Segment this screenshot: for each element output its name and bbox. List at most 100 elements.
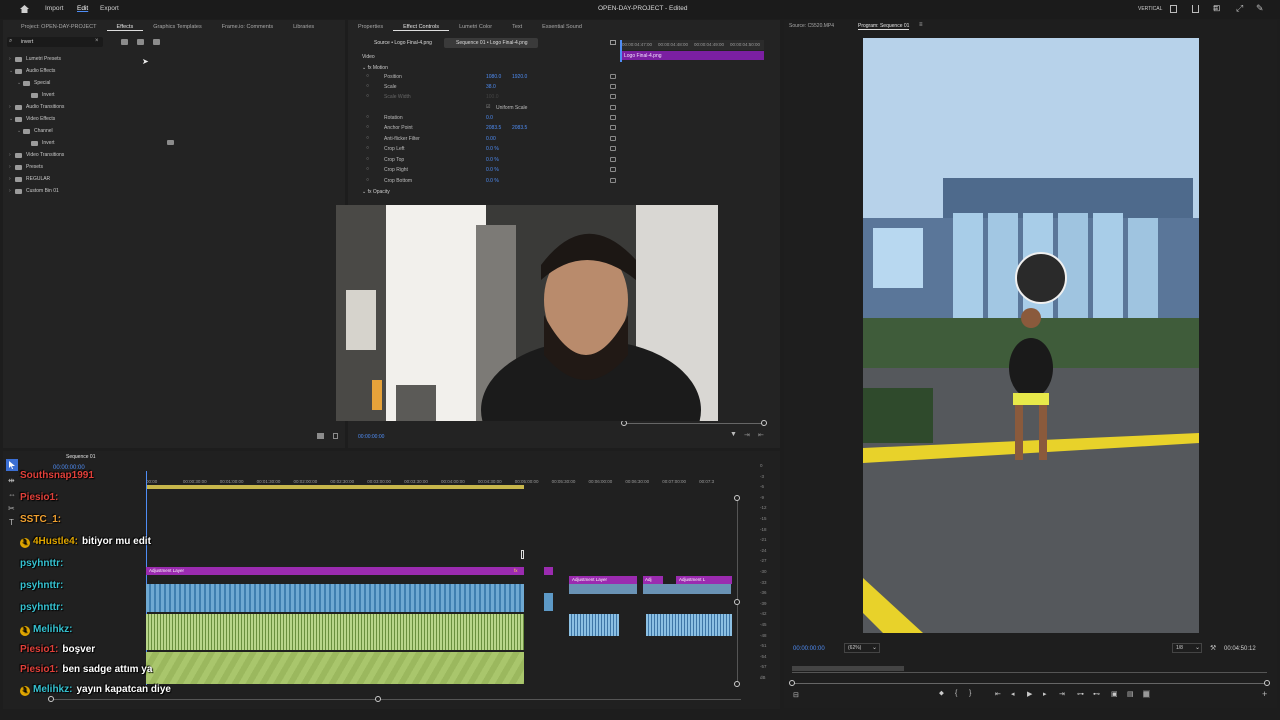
clip-video-v1-c[interactable] [569,584,637,594]
tab-effect-controls[interactable]: Effect Controls [393,24,450,31]
ec-param-row[interactable]: ○ Crop Left 0.0 % [362,144,622,154]
ec-go-icon[interactable]: ⇤ [758,431,764,439]
effects-tree-item[interactable]: › Lumetri Presets [9,53,61,65]
ec-param-row[interactable]: ○ Position 1080.0 1920.0 [362,72,622,82]
marker-in-icon[interactable]: ⊟ [793,691,799,699]
tab-libraries[interactable]: Libraries [283,24,324,30]
home-icon[interactable] [20,5,29,13]
reset-icon[interactable] [610,146,616,151]
ec-param-value[interactable]: 1920.0 [512,74,527,80]
program-menu-icon[interactable]: ≡ [919,22,923,28]
effects-tree-item[interactable]: ⌄ Audio Effects [9,65,55,77]
source-clip-tab[interactable]: Source • Logo Final-4.png [362,38,442,48]
delete-icon[interactable] [333,433,338,439]
workspace-label[interactable]: VERTICAL [1138,6,1162,12]
stopwatch-icon[interactable]: ○ [366,83,369,89]
ec-settings-icon[interactable] [610,40,616,45]
reset-icon[interactable] [610,178,616,183]
ec-param-value[interactable]: 0.0 % [486,157,499,163]
step-back-icon[interactable]: ◂ [1011,690,1015,698]
ec-param-row[interactable]: ○ Crop Bottom 0.0 % [362,176,622,186]
stopwatch-icon[interactable]: ○ [366,156,369,162]
accelerated-effects-icon[interactable] [121,39,128,45]
checkbox-icon[interactable]: ☑ [486,104,490,110]
reset-icon[interactable] [610,136,616,141]
tab-project[interactable]: Project: OPEN-DAY-PROJECT [11,24,107,30]
clip-video-v1-d[interactable] [643,584,731,594]
workspace-icon[interactable] [1170,5,1177,13]
ec-param-value[interactable]: 100.0 [486,94,499,100]
effects-tree-item[interactable]: Invert [9,89,55,101]
program-scroll[interactable] [789,680,1270,686]
tab-lumetri-color[interactable]: Lumetri Color [449,24,502,30]
yuv-effects-icon[interactable] [153,39,160,45]
play-icon[interactable]: ▶ [1027,690,1032,698]
ec-param-value[interactable]: 38.0 [486,84,496,90]
stopwatch-icon[interactable]: ○ [366,135,369,141]
ec-param-value[interactable]: 0.0 [486,115,493,121]
ec-playhead[interactable] [620,40,622,62]
ec-param-value[interactable]: 1080.0 [486,74,501,80]
reset-icon[interactable] [610,105,616,110]
ec-param-row[interactable]: ○ Scale Width 100.0 [362,92,622,102]
stopwatch-icon[interactable]: ○ [366,145,369,151]
clip-small-purple[interactable] [544,567,553,575]
32bit-effects-icon[interactable] [137,39,144,45]
effects-tree-item[interactable]: ⌄ Special [9,77,50,89]
tab-effects[interactable]: Effects [106,24,144,31]
expand-icon[interactable]: ⤢ [1236,3,1243,14]
mark-out-icon[interactable]: } [969,690,971,697]
comparison-icon[interactable]: ▤ [1127,690,1134,698]
timeline-end-marker[interactable] [521,550,524,559]
hamburger-icon[interactable]: ≡ [1213,3,1218,13]
stopwatch-icon[interactable]: ○ [366,73,369,79]
tab-frameio-comments[interactable]: Frame.io: Comments [212,24,283,30]
mark-in-icon[interactable]: { [955,690,957,697]
ec-param-row[interactable]: ○ Crop Right 0.0 % [362,165,622,175]
overwrite-icon[interactable]: ⊷ [1093,690,1100,698]
ec-param-value[interactable]: 0.0 % [486,146,499,152]
ec-param-row[interactable]: ○ Anti-flicker Filter 0.00 [362,134,622,144]
tab-source-monitor[interactable]: Source: C5520.MP4 [789,23,834,29]
ec-param-value[interactable]: 2083.5 [512,125,527,131]
clip-audio-a3[interactable] [646,614,732,636]
tab-properties[interactable]: Properties [348,24,393,30]
ec-param-value[interactable]: 0.0 % [486,167,499,173]
stopwatch-icon[interactable]: ○ [366,93,369,99]
tab-essential-sound[interactable]: Essential Sound [532,24,592,30]
go-to-out-icon[interactable]: ⇥ [1059,690,1065,698]
ec-param-row[interactable]: ○ Scale 38.0 [362,82,622,92]
ec-param-value[interactable]: 0.0 % [486,178,499,184]
ec-param-row[interactable]: ☑ Uniform Scale [362,103,622,113]
wrench-icon[interactable]: ⚒ [1210,644,1216,652]
track-select-icon[interactable]: ⇹ [8,476,15,485]
reset-icon[interactable] [610,115,616,120]
search-input[interactable]: invert [21,39,33,45]
effects-tree-item[interactable]: Invert [9,137,55,149]
go-to-in-icon[interactable]: ⇤ [995,690,1001,698]
tab-program-monitor[interactable]: Program: Sequence 01 [858,23,910,30]
clear-search-icon[interactable]: × [95,38,99,44]
effects-tree-item[interactable]: › Video Transitions [9,149,64,161]
sequence-clip-tab[interactable]: Sequence 01 • Logo Final-4.png [444,38,538,48]
effects-tree-item[interactable]: › REGULAR [9,173,50,185]
ec-param-value[interactable]: 0.00 [486,136,496,142]
ec-param-row[interactable]: ○ Rotation 0.0 [362,113,622,123]
settings-icon[interactable]: ✎ [1256,3,1264,14]
ec-param-value[interactable]: 2083.5 [486,125,501,131]
type-tool-icon[interactable]: T [9,518,14,527]
clip-adjustment-layer-2[interactable]: Adjustment Layer [569,576,637,584]
menu-import[interactable]: Import [45,5,63,12]
clip-adjustment-layer-3[interactable]: Adjustment L [676,576,732,584]
insert-icon[interactable]: ⊶ [1077,690,1084,698]
menu-export[interactable]: Export [100,5,119,12]
reset-icon[interactable] [610,74,616,79]
ec-param-row[interactable]: ○ Crop Top 0.0 % [362,155,622,165]
effects-tree-item[interactable]: › Custom Bin 01 [9,185,59,197]
program-timecode[interactable]: 00:00:00:00 [793,646,825,652]
stopwatch-icon[interactable]: ○ [366,166,369,172]
tab-graphics-templates[interactable]: Graphics Templates [143,24,212,30]
quality-select[interactable]: 1/8 ⌄ [1172,643,1202,653]
tab-sequence-01[interactable]: Sequence 01 [66,454,95,460]
ripple-edit-icon[interactable]: ⇔ [8,490,16,499]
